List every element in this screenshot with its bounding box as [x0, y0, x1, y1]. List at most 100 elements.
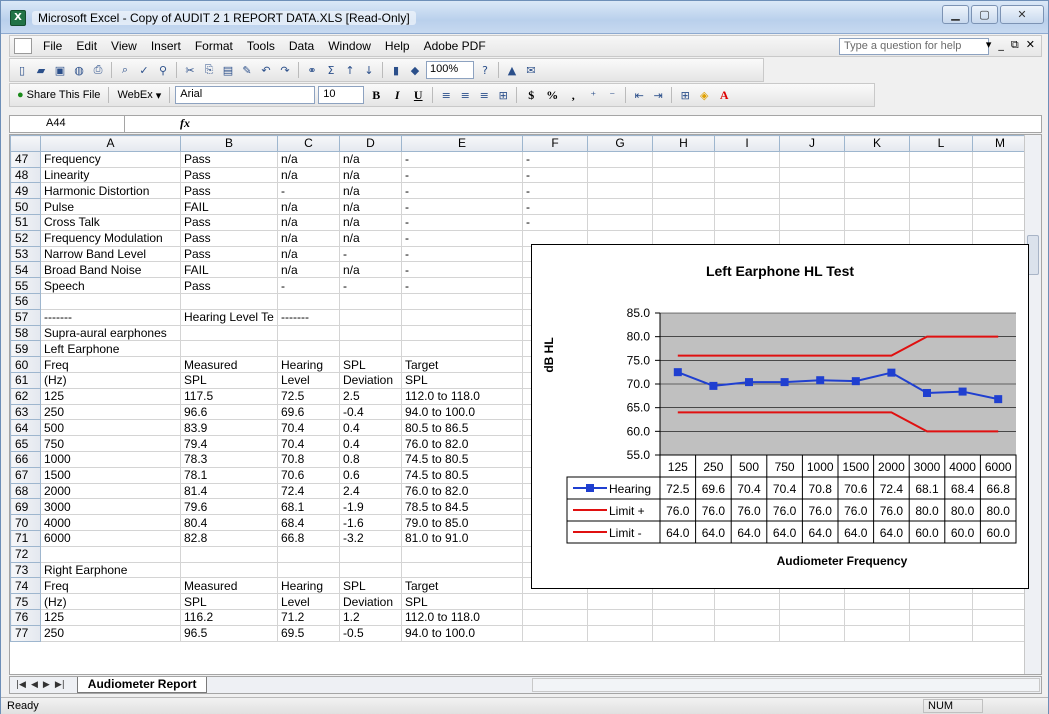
- currency-button[interactable]: $: [522, 87, 540, 103]
- cell[interactable]: [844, 213, 910, 231]
- row-header[interactable]: 59: [10, 340, 41, 358]
- cell[interactable]: [909, 213, 973, 231]
- cell[interactable]: [844, 166, 910, 184]
- cell[interactable]: [339, 324, 402, 342]
- cell[interactable]: [972, 593, 1028, 610]
- menu-view[interactable]: View: [104, 36, 144, 56]
- doc-close-icon[interactable]: ✕: [1026, 38, 1035, 52]
- cell[interactable]: Cross Talk: [40, 213, 181, 231]
- cell[interactable]: 80.5 to 86.5: [401, 419, 523, 437]
- cell[interactable]: 1.2: [339, 608, 402, 626]
- font-size-select[interactable]: 10: [318, 86, 365, 104]
- cell[interactable]: Pass: [180, 277, 278, 294]
- cell[interactable]: [972, 213, 1028, 231]
- bold-button[interactable]: B: [367, 87, 385, 103]
- save-icon[interactable]: ▣: [52, 62, 68, 78]
- cell[interactable]: n/a: [339, 198, 402, 215]
- cell[interactable]: n/a: [339, 182, 402, 200]
- cell[interactable]: SPL: [401, 593, 523, 610]
- cell[interactable]: Target: [401, 577, 523, 595]
- excel-app-icon[interactable]: X: [10, 10, 26, 26]
- cell[interactable]: [909, 608, 973, 626]
- cell[interactable]: Pass: [180, 166, 278, 184]
- cell[interactable]: [652, 150, 715, 168]
- cell[interactable]: Deviation: [339, 371, 402, 389]
- cell[interactable]: -: [522, 166, 588, 184]
- cell[interactable]: -: [522, 213, 588, 231]
- share-file-button[interactable]: ● Share This File: [14, 89, 103, 101]
- merge-center-icon[interactable]: ⊞: [495, 87, 511, 103]
- row-header[interactable]: 48: [10, 166, 41, 184]
- first-sheet-icon[interactable]: |◀: [16, 680, 26, 690]
- cell[interactable]: [401, 340, 523, 358]
- cell[interactable]: 74.5 to 80.5: [401, 466, 523, 484]
- new-icon[interactable]: ▯: [14, 62, 30, 78]
- cell[interactable]: [522, 608, 588, 626]
- menu-format[interactable]: Format: [188, 36, 240, 56]
- cell[interactable]: [844, 150, 910, 168]
- row-header[interactable]: 49: [10, 182, 41, 200]
- cell[interactable]: SPL: [180, 593, 278, 610]
- cell[interactable]: 112.0 to 118.0: [401, 608, 523, 626]
- convert-to-pdf-icon[interactable]: ▲: [504, 62, 520, 78]
- print-icon[interactable]: ⎙: [90, 62, 106, 78]
- cell[interactable]: SPL: [401, 371, 523, 389]
- cell[interactable]: Target: [401, 356, 523, 373]
- cell[interactable]: 68.1: [277, 498, 340, 516]
- cell[interactable]: -0.5: [339, 624, 402, 642]
- cell[interactable]: 96.5: [180, 624, 278, 642]
- autosum-icon[interactable]: Σ: [323, 62, 339, 78]
- cell[interactable]: 0.4: [339, 419, 402, 437]
- cell[interactable]: [277, 545, 340, 563]
- cell[interactable]: 80.4: [180, 514, 278, 531]
- cell[interactable]: 66.8: [277, 529, 340, 547]
- cell[interactable]: 94.0 to 100.0: [401, 624, 523, 642]
- cell[interactable]: [972, 150, 1028, 168]
- cell[interactable]: [652, 213, 715, 231]
- cell[interactable]: [277, 561, 340, 579]
- cell[interactable]: 78.3: [180, 450, 278, 468]
- column-header-l[interactable]: L: [909, 135, 973, 152]
- align-center-icon[interactable]: ≡: [457, 87, 473, 103]
- row-header[interactable]: 47: [10, 150, 41, 168]
- cell[interactable]: 250: [40, 403, 181, 421]
- cell[interactable]: [401, 292, 523, 310]
- cell[interactable]: -: [401, 245, 523, 263]
- cell[interactable]: [339, 545, 402, 563]
- cell[interactable]: [339, 340, 402, 358]
- format-painter-icon[interactable]: ✎: [239, 62, 255, 78]
- cell[interactable]: 1500: [40, 466, 181, 484]
- cell[interactable]: n/a: [339, 213, 402, 231]
- cell[interactable]: 0.8: [339, 450, 402, 468]
- hyperlink-icon[interactable]: ⚭: [304, 62, 320, 78]
- title-bar[interactable]: X Microsoft Excel - Copy of AUDIT 2 1 RE…: [1, 1, 1048, 34]
- row-header[interactable]: 52: [10, 229, 41, 247]
- horizontal-scrollbar[interactable]: [532, 678, 1040, 692]
- sort-descending-icon[interactable]: ↓: [361, 62, 377, 78]
- cell[interactable]: 76.0 to 82.0: [401, 435, 523, 452]
- cell[interactable]: 116.2: [180, 608, 278, 626]
- italic-button[interactable]: I: [388, 87, 406, 103]
- cell[interactable]: n/a: [339, 229, 402, 247]
- tab-audiometer-report[interactable]: Audiometer Report: [76, 677, 208, 693]
- cell[interactable]: [180, 340, 278, 358]
- cell[interactable]: Narrow Band Level: [40, 245, 181, 263]
- cell[interactable]: -: [401, 229, 523, 247]
- column-header-d[interactable]: D: [339, 135, 402, 152]
- cell[interactable]: [587, 624, 653, 642]
- cell[interactable]: [587, 213, 653, 231]
- cell[interactable]: [714, 150, 780, 168]
- cell[interactable]: 74.5 to 80.5: [401, 450, 523, 468]
- cell[interactable]: SPL: [180, 371, 278, 389]
- cell[interactable]: -: [401, 277, 523, 294]
- cell[interactable]: 70.6: [277, 466, 340, 484]
- chevron-down-icon[interactable]: ▾: [986, 38, 992, 52]
- prev-sheet-icon[interactable]: ◀: [31, 680, 38, 690]
- cell[interactable]: Pass: [180, 182, 278, 200]
- cell[interactable]: [779, 608, 845, 626]
- row-header[interactable]: 71: [10, 529, 41, 547]
- cell[interactable]: n/a: [277, 229, 340, 247]
- cell[interactable]: 71.2: [277, 608, 340, 626]
- cell[interactable]: [587, 166, 653, 184]
- cell[interactable]: -: [277, 182, 340, 200]
